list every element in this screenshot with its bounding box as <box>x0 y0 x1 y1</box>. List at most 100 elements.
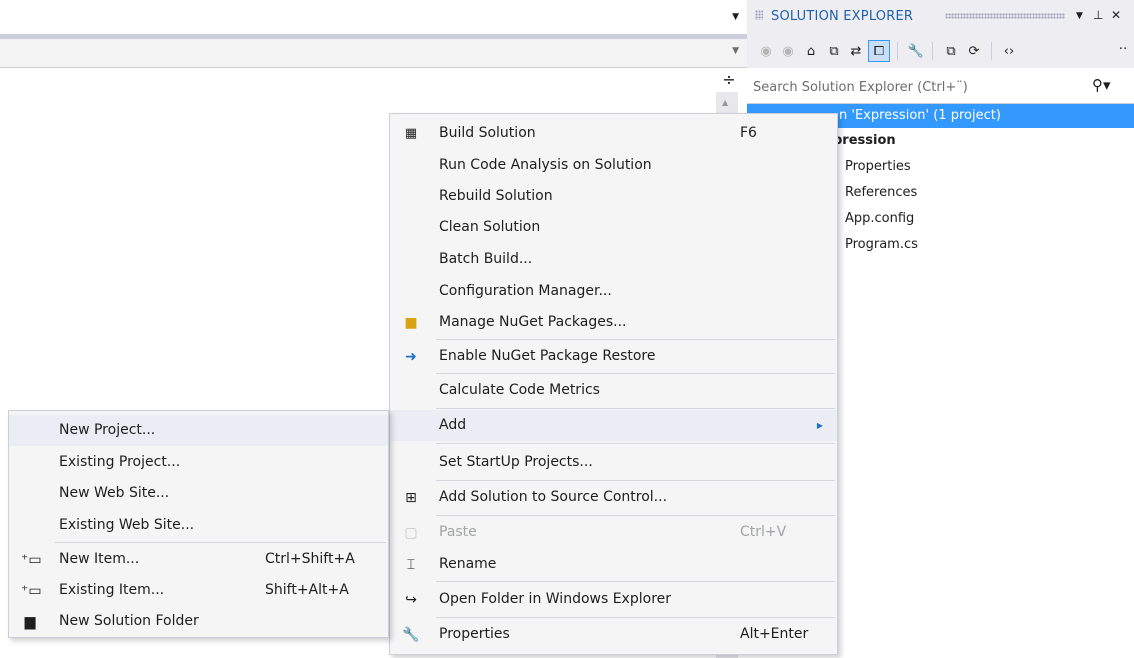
search-solution-explorer-input[interactable] <box>753 76 1083 98</box>
view-code-icon[interactable]: ‹› <box>998 40 1020 62</box>
solution-explorer-toolbar: ◉ ◉ ⌂ ⧉ ⇄ ⧠ 🔧 ⧉ ⟳ ‹› ‥ <box>747 34 1134 68</box>
menu-item-label: Existing Web Site... <box>59 517 195 533</box>
solution-explorer-search: ⚲▾ <box>747 68 1134 104</box>
menu-item-batch-build[interactable]: Batch Build... <box>390 244 837 275</box>
pin-icon[interactable]: ⊥ <box>1093 8 1103 22</box>
menu-item-label: Open Folder in Windows Explorer <box>439 591 672 607</box>
menu-item-rename[interactable]: ⌶ Rename <box>390 549 837 580</box>
menu-item-label: Manage NuGet Packages... <box>439 314 627 330</box>
menu-item-shortcut: Alt+Enter <box>740 626 809 642</box>
menu-item-enable-nuget-restore[interactable]: ➜ Enable NuGet Package Restore <box>390 341 837 372</box>
menu-item-rebuild-solution[interactable]: Rebuild Solution <box>390 181 837 212</box>
menu-item-label: Build Solution <box>439 125 536 141</box>
tree-item-label: Properties <box>845 159 911 174</box>
submenu-item-new-project[interactable]: New Project... <box>9 415 388 446</box>
existing-item-icon: ⁺▭ <box>21 583 42 599</box>
refresh-icon[interactable]: ⟳ <box>963 40 985 62</box>
wrench-icon: 🔧 <box>402 627 420 643</box>
new-solution-folder-icon: ▆ <box>24 614 36 630</box>
menu-separator <box>436 480 835 481</box>
title-grip <box>755 10 763 20</box>
tree-item-app-config[interactable]: App.config <box>845 207 914 231</box>
title-drag-grip[interactable] <box>945 13 1065 19</box>
tree-item-label: n 'Expression' (1 project) <box>839 108 1001 123</box>
menu-item-configuration-manager[interactable]: Configuration Manager... <box>390 276 837 307</box>
menu-item-paste[interactable]: ▢ Paste Ctrl+V <box>390 517 837 548</box>
menu-separator <box>436 581 835 582</box>
tree-item-label: Program.cs <box>845 237 918 252</box>
build-icon: ▦ <box>404 126 418 141</box>
tree-item-project[interactable]: pression <box>833 129 896 153</box>
close-icon[interactable]: ✕ <box>1111 8 1121 22</box>
source-control-icon: ⊞ <box>405 490 417 506</box>
menu-item-label: Rebuild Solution <box>439 188 553 204</box>
tree-item-label: App.config <box>845 211 915 226</box>
menu-item-label: Clean Solution <box>439 219 541 235</box>
forward-icon[interactable]: ◉ <box>777 40 799 62</box>
menu-separator <box>436 339 835 340</box>
sync-with-active-document-icon[interactable]: ⇄ <box>845 40 867 62</box>
menu-item-build-solution[interactable]: ▦ Build Solution F6 <box>390 118 837 149</box>
toolbar-separator <box>897 42 898 60</box>
submenu-item-existing-project[interactable]: Existing Project... <box>9 447 388 478</box>
tab-overflow-dropdown-icon[interactable]: ▼ <box>732 12 739 22</box>
back-icon[interactable]: ◉ <box>755 40 777 62</box>
submenu-item-new-web-site[interactable]: New Web Site... <box>9 478 388 509</box>
submenu-item-new-item[interactable]: ⁺▭ New Item... Ctrl+Shift+A <box>9 544 388 575</box>
menu-item-add[interactable]: Add ▶ <box>390 410 837 441</box>
home-icon[interactable]: ⌂ <box>800 40 822 62</box>
menu-item-label: Paste <box>439 524 477 540</box>
nuget-restore-icon: ➜ <box>405 349 417 365</box>
menu-item-clean-solution[interactable]: Clean Solution <box>390 212 837 243</box>
menu-item-shortcut: F6 <box>740 125 757 141</box>
menu-item-label: Existing Project... <box>59 454 181 470</box>
open-folder-arrow-icon: ↪ <box>405 592 417 608</box>
menu-separator <box>436 443 835 444</box>
menu-separator <box>436 408 835 409</box>
submenu-item-existing-web-site[interactable]: Existing Web Site... <box>9 510 388 541</box>
submenu-item-new-solution-folder[interactable]: ▆ New Solution Folder <box>9 606 388 637</box>
menu-item-label: Calculate Code Metrics <box>439 382 600 398</box>
preview-selected-items-icon[interactable]: ⧠ <box>868 40 890 62</box>
solution-explorer-title-bar: SOLUTION EXPLORER ▼ ⊥ ✕ <box>747 0 1134 34</box>
tree-item-references[interactable]: References <box>845 181 917 205</box>
menu-item-label: Set StartUp Projects... <box>439 454 593 470</box>
menu-item-label: Add Solution to Source Control... <box>439 489 668 505</box>
split-window-icon[interactable]: ÷ <box>719 72 739 90</box>
properties-wrench-icon[interactable]: 🔧 <box>905 40 927 62</box>
toolbar-overflow-icon[interactable]: ‥ <box>1112 34 1134 56</box>
menu-item-shortcut: Shift+Alt+A <box>265 582 349 598</box>
menu-item-shortcut: Ctrl+V <box>740 524 787 540</box>
submenu-item-existing-item[interactable]: ⁺▭ Existing Item... Shift+Alt+A <box>9 575 388 606</box>
paste-icon: ▢ <box>404 525 418 541</box>
menu-item-calculate-code-metrics[interactable]: Calculate Code Metrics <box>390 375 837 406</box>
solution-context-menu: ▦ Build Solution F6 Run Code Analysis on… <box>389 113 838 655</box>
menu-separator <box>55 542 386 543</box>
submenu-arrow-icon: ▶ <box>816 421 823 430</box>
search-icon[interactable]: ⚲▾ <box>1092 76 1111 94</box>
scroll-up-icon[interactable]: ▲ <box>722 98 728 107</box>
collapse-all-icon[interactable]: ⧉ <box>823 40 845 62</box>
menu-item-label: New Web Site... <box>59 485 170 501</box>
menu-item-manage-nuget-packages[interactable]: ■ Manage NuGet Packages... <box>390 307 837 338</box>
toolbar-separator <box>991 42 992 60</box>
tree-item-properties[interactable]: Properties <box>845 155 911 179</box>
rename-icon: ⌶ <box>406 557 416 573</box>
menu-item-set-startup-projects[interactable]: Set StartUp Projects... <box>390 447 837 478</box>
tree-item-program-cs[interactable]: Program.cs <box>845 233 918 257</box>
navigation-dropdown-icon[interactable]: ▼ <box>732 46 739 56</box>
nuget-package-icon: ■ <box>404 315 418 331</box>
window-position-dropdown-icon[interactable]: ▼ <box>1076 11 1083 21</box>
menu-item-open-folder[interactable]: ↪ Open Folder in Windows Explorer <box>390 584 837 615</box>
editor-navigation-bar: ▼ <box>0 34 747 68</box>
menu-separator <box>436 617 835 618</box>
menu-item-shortcut: Ctrl+Shift+A <box>265 551 355 567</box>
menu-item-properties[interactable]: 🔧 Properties Alt+Enter <box>390 619 837 650</box>
menu-item-label: Enable NuGet Package Restore <box>439 348 656 364</box>
show-all-files-icon[interactable]: ⧉ <box>940 40 962 62</box>
menu-separator <box>436 373 835 374</box>
add-submenu: New Project... Existing Project... New W… <box>8 410 389 638</box>
menu-item-run-code-analysis[interactable]: Run Code Analysis on Solution <box>390 150 837 181</box>
menu-item-label: Existing Item... <box>59 582 165 598</box>
menu-item-add-to-source-control[interactable]: ⊞ Add Solution to Source Control... <box>390 482 837 513</box>
